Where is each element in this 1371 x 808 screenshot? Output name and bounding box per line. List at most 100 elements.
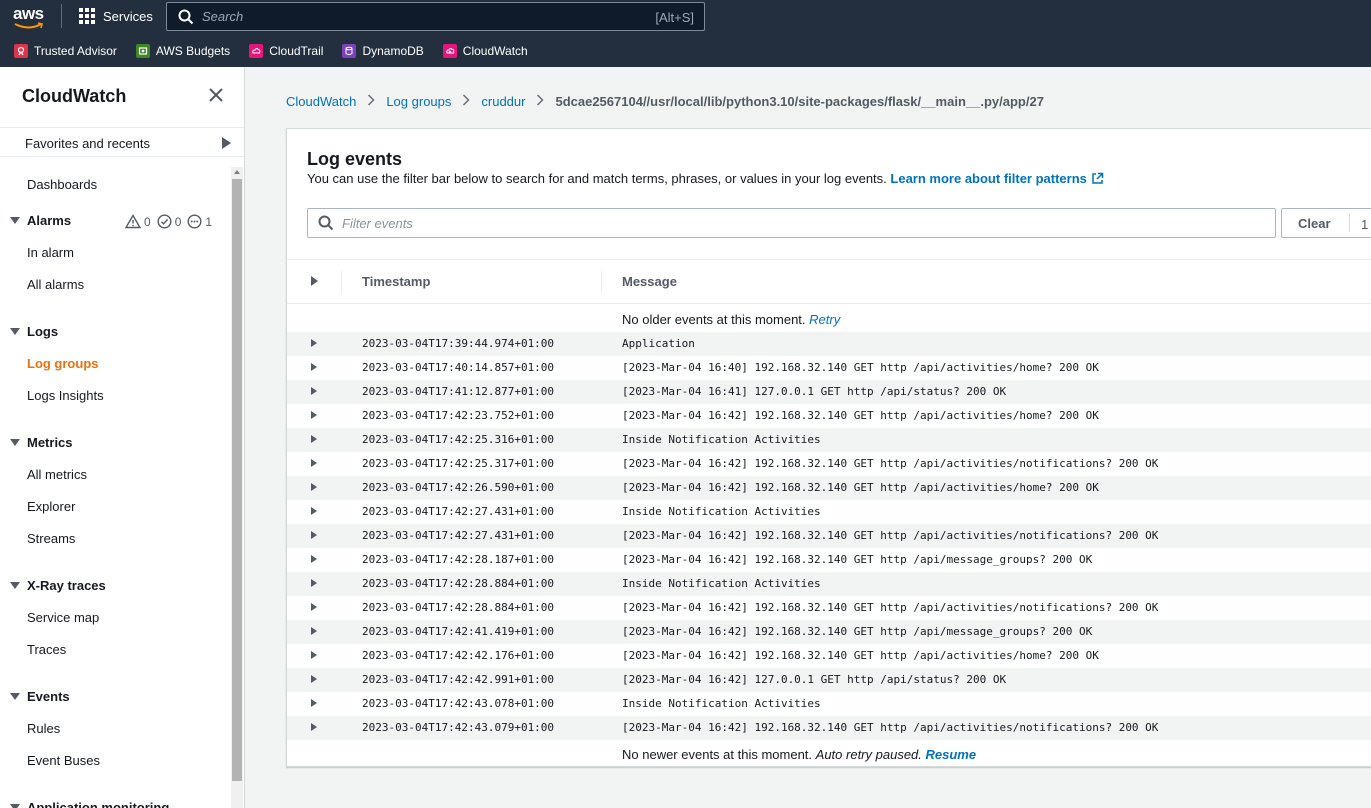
table-row[interactable]: 2023-03-04T17:42:27.431+01:00 [2023-Mar-0… — [287, 524, 1371, 548]
favorite-dynamodb[interactable]: DynamoDB — [342, 44, 424, 58]
older-events-notice: No older events at this moment. Retry — [622, 312, 841, 327]
sidebar-item-streams[interactable]: Streams — [27, 531, 75, 546]
expand-row-icon[interactable] — [311, 579, 317, 587]
table-row[interactable]: 2023-03-04T17:42:28.187+01:00 [2023-Mar-0… — [287, 548, 1371, 572]
sidebar-item-in-alarm[interactable]: In alarm — [27, 245, 74, 260]
breadcrumb-cloudwatch[interactable]: CloudWatch — [286, 94, 356, 109]
expand-row-icon[interactable] — [311, 555, 317, 563]
retry-link[interactable]: Retry — [809, 312, 840, 327]
caret-down-icon — [10, 804, 20, 808]
row-message: [2023-Mar-04 16:42] 192.168.32.140 GET h… — [622, 553, 1093, 566]
sidebar-item-all-alarms[interactable]: All alarms — [27, 277, 84, 292]
row-timestamp: 2023-03-04T17:42:27.431+01:00 — [362, 529, 555, 542]
in-alarm-count[interactable]: 0 — [125, 214, 151, 229]
sidebar-section-xray[interactable]: X-Ray traces — [10, 578, 106, 593]
table-row[interactable]: 2023-03-04T17:39:44.974+01:00 Application — [287, 332, 1371, 356]
row-timestamp: 2023-03-04T17:41:12.877+01:00 — [362, 385, 555, 398]
table-row[interactable]: 2023-03-04T17:42:43.079+01:00 [2023-Mar-0… — [287, 716, 1371, 740]
table-row[interactable]: 2023-03-04T17:40:14.857+01:00 [2023-Mar-0… — [287, 356, 1371, 380]
favorites-and-recents-label: Favorites and recents — [25, 136, 151, 151]
sidebar-item-dashboards[interactable]: Dashboards — [27, 177, 97, 192]
chevron-right-icon — [462, 94, 470, 109]
caret-right-icon — [222, 137, 231, 149]
table-row[interactable]: 2023-03-04T17:42:43.078+01:00 Inside Noti… — [287, 692, 1371, 716]
global-search[interactable]: [Alt+S] — [166, 2, 705, 31]
expand-row-icon[interactable] — [311, 483, 317, 491]
table-row[interactable]: 2023-03-04T17:42:28.884+01:00 Inside Noti… — [287, 572, 1371, 596]
row-timestamp: 2023-03-04T17:42:42.176+01:00 — [362, 649, 555, 662]
expand-row-icon[interactable] — [311, 363, 317, 371]
sidebar-section-alarms[interactable]: Alarms — [10, 213, 71, 228]
favorite-cloudwatch[interactable]: CloudWatch — [442, 44, 528, 58]
description-text: You can use the filter bar below to sear… — [307, 171, 887, 186]
clear-adjacent-label[interactable]: 1 — [1361, 217, 1368, 232]
log-events-panel: Log events You can use the filter bar be… — [286, 128, 1371, 767]
column-header-message[interactable]: Message — [622, 274, 677, 289]
sidebar-item-event-buses[interactable]: Event Buses — [27, 753, 100, 768]
sidebar-section-metrics[interactable]: Metrics — [10, 435, 73, 450]
close-icon[interactable] — [207, 86, 225, 104]
chevron-right-icon — [367, 94, 375, 109]
expand-row-icon[interactable] — [311, 435, 317, 443]
expand-row-icon[interactable] — [311, 339, 317, 347]
sidebar-section-events[interactable]: Events — [10, 689, 70, 704]
table-row[interactable]: 2023-03-04T17:42:25.316+01:00 Inside Noti… — [287, 428, 1371, 452]
column-header-timestamp[interactable]: Timestamp — [362, 274, 430, 289]
table-row[interactable]: 2023-03-04T17:41:12.877+01:00 [2023-Mar-0… — [287, 380, 1371, 404]
services-menu-button[interactable]: Services — [79, 7, 153, 25]
favorite-cloudtrail[interactable]: CloudTrail — [249, 44, 323, 58]
favorite-label: CloudTrail — [269, 44, 324, 58]
sidebar-section-logs[interactable]: Logs — [10, 324, 58, 339]
expand-row-icon[interactable] — [311, 699, 317, 707]
sidebar-section-application-monitoring[interactable]: Application monitoring — [10, 800, 169, 808]
scroll-up-arrow-icon[interactable] — [234, 170, 240, 174]
insufficient-data-count[interactable]: 1 — [187, 214, 212, 229]
global-search-input[interactable] — [202, 9, 622, 24]
expand-row-icon[interactable] — [311, 723, 317, 731]
sidebar-item-explorer[interactable]: Explorer — [27, 499, 75, 514]
learn-more-filter-patterns-link[interactable]: Learn more about filter patterns — [890, 171, 1104, 186]
aws-logo[interactable]: aws — [13, 4, 47, 30]
warning-icon — [125, 214, 141, 229]
breadcrumb-log-groups[interactable]: Log groups — [386, 94, 451, 109]
table-row[interactable]: 2023-03-04T17:42:25.317+01:00 [2023-Mar-0… — [287, 452, 1371, 476]
table-row[interactable]: 2023-03-04T17:42:42.176+01:00 [2023-Mar-0… — [287, 644, 1371, 668]
expand-row-icon[interactable] — [311, 459, 317, 467]
table-row[interactable]: 2023-03-04T17:42:27.431+01:00 Inside Noti… — [287, 500, 1371, 524]
table-row[interactable]: 2023-03-04T17:42:23.752+01:00 [2023-Mar-0… — [287, 404, 1371, 428]
expand-row-icon[interactable] — [311, 531, 317, 539]
breadcrumb-cruddur[interactable]: cruddur — [481, 94, 525, 109]
expand-row-icon[interactable] — [311, 675, 317, 683]
section-label: Metrics — [27, 435, 73, 450]
favorite-trusted-advisor[interactable]: Trusted Advisor — [14, 44, 117, 58]
expand-row-icon[interactable] — [311, 387, 317, 395]
filter-events-input[interactable] — [342, 215, 1242, 231]
sidebar-scrollbar-thumb[interactable] — [232, 179, 242, 781]
check-circle-icon — [157, 214, 172, 229]
favorites-and-recents[interactable]: Favorites and recents — [0, 127, 244, 157]
ok-count[interactable]: 0 — [157, 214, 181, 229]
table-row[interactable]: 2023-03-04T17:42:42.991+01:00 [2023-Mar-0… — [287, 668, 1371, 692]
sidebar-item-log-groups[interactable]: Log groups — [27, 356, 99, 371]
table-row[interactable]: 2023-03-04T17:42:26.590+01:00 [2023-Mar-0… — [287, 476, 1371, 500]
favorite-aws-budgets[interactable]: AWS Budgets — [135, 44, 230, 58]
row-message: [2023-Mar-04 16:42] 192.168.32.140 GET h… — [622, 625, 1093, 638]
expand-row-icon[interactable] — [311, 651, 317, 659]
clear-button[interactable]: Clear 1 — [1281, 208, 1371, 238]
sidebar-item-logs-insights[interactable]: Logs Insights — [27, 388, 104, 403]
filter-events-box[interactable] — [307, 208, 1276, 238]
sidebar-item-all-metrics[interactable]: All metrics — [27, 467, 87, 482]
resume-link[interactable]: Resume — [926, 747, 977, 762]
expand-row-icon[interactable] — [311, 507, 317, 515]
table-row[interactable]: 2023-03-04T17:42:28.884+01:00 [2023-Mar-0… — [287, 596, 1371, 620]
caret-down-icon — [10, 582, 20, 589]
table-row[interactable]: 2023-03-04T17:42:41.419+01:00 [2023-Mar-0… — [287, 620, 1371, 644]
sidebar-scrollbar[interactable] — [231, 167, 243, 808]
expand-row-icon[interactable] — [311, 411, 317, 419]
sidebar-item-traces[interactable]: Traces — [27, 642, 66, 657]
sidebar-item-service-map[interactable]: Service map — [27, 610, 99, 625]
expand-row-icon[interactable] — [311, 627, 317, 635]
expand-all-icon[interactable] — [311, 276, 318, 286]
sidebar-item-rules[interactable]: Rules — [27, 721, 60, 736]
expand-row-icon[interactable] — [311, 603, 317, 611]
